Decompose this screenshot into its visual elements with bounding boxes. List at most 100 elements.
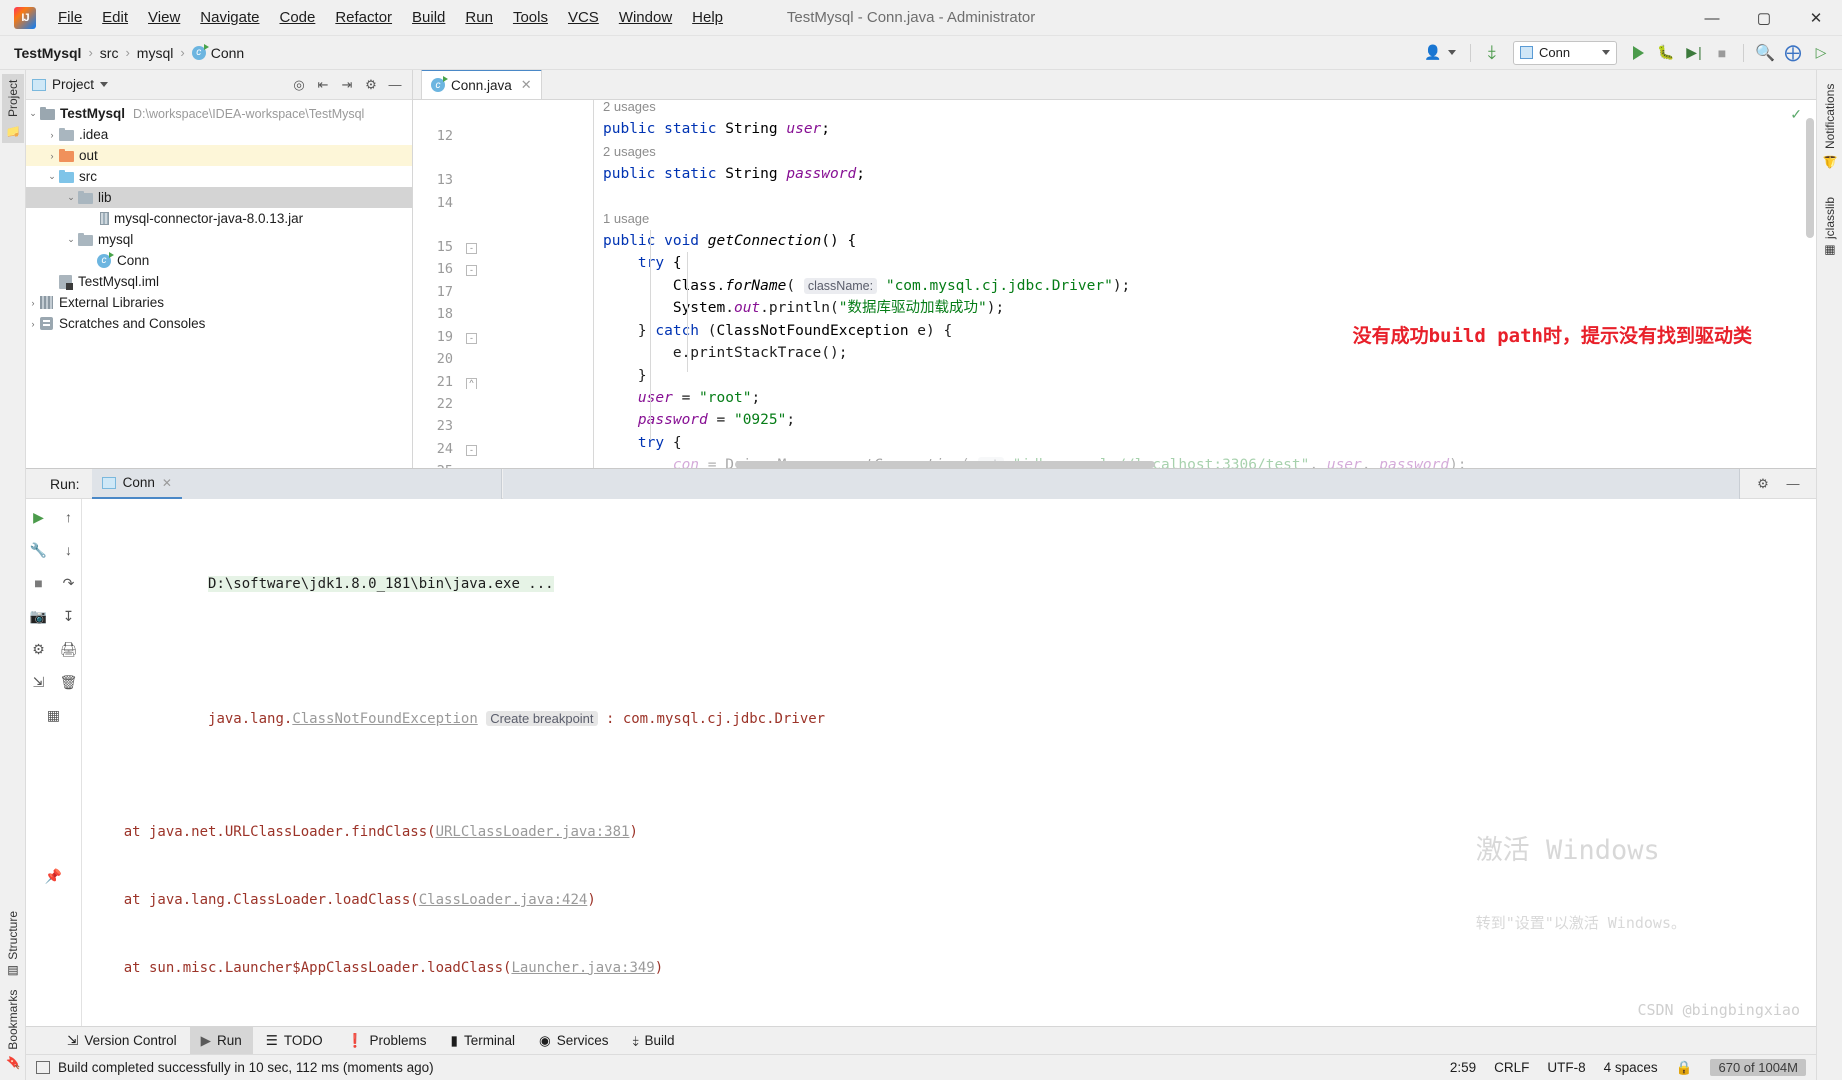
chevron-down-icon[interactable]: ⌄ bbox=[64, 192, 78, 203]
menu-code[interactable]: Code bbox=[269, 5, 325, 30]
menu-run[interactable]: Run bbox=[455, 5, 503, 30]
profiler-icon[interactable]: ▷ bbox=[1808, 40, 1834, 66]
breadcrumb-item-project[interactable]: TestMysql bbox=[14, 45, 81, 61]
editor-body[interactable]: 12 13 14 15 16 17 18 19 20 21 22 23 24 -… bbox=[413, 100, 1816, 468]
console-output[interactable]: D:\software\jdk1.8.0_181\bin\java.exe ..… bbox=[82, 499, 1816, 1026]
settings-gear-icon[interactable]: ⚙ bbox=[1752, 473, 1774, 495]
stack-frame-link[interactable]: ClassLoader.java:424 bbox=[419, 892, 588, 908]
menu-view[interactable]: View bbox=[138, 5, 190, 30]
fold-marker[interactable]: - bbox=[466, 243, 477, 254]
fold-marker[interactable]: - bbox=[466, 265, 477, 276]
menu-edit[interactable]: Edit bbox=[92, 5, 138, 30]
scrollbar-thumb[interactable] bbox=[1806, 118, 1814, 238]
breadcrumb-item-src[interactable]: src bbox=[100, 45, 119, 61]
run-tab-conn[interactable]: Conn ✕ bbox=[91, 468, 182, 499]
plus-circle-icon[interactable]: ⨁ bbox=[1780, 40, 1806, 66]
tree-node-conn[interactable]: c Conn bbox=[26, 250, 412, 271]
menu-file[interactable]: File bbox=[48, 5, 92, 30]
indent-setting[interactable]: 4 spaces bbox=[1604, 1060, 1658, 1075]
menu-window[interactable]: Window bbox=[609, 5, 682, 30]
chevron-down-icon[interactable]: ⌄ bbox=[64, 234, 78, 245]
maximize-button[interactable]: ▢ bbox=[1738, 0, 1790, 36]
tool-strip-structure[interactable]: ▤ Structure bbox=[2, 905, 24, 985]
inspection-status-icon[interactable]: ✓ bbox=[1790, 106, 1802, 123]
tree-node-lib[interactable]: ⌄ lib bbox=[26, 187, 412, 208]
pin-icon[interactable]: 📌 bbox=[41, 864, 67, 888]
fold-marker[interactable]: - bbox=[466, 333, 477, 344]
tool-strip-bookmarks[interactable]: 🔖 Bookmarks bbox=[2, 984, 24, 1076]
file-encoding[interactable]: UTF-8 bbox=[1547, 1060, 1585, 1075]
code-text[interactable]: 2 usages public static String user; 2 us… bbox=[499, 100, 1816, 468]
editor-gutter[interactable]: 12 13 14 15 16 17 18 19 20 21 22 23 24 -… bbox=[413, 100, 499, 468]
line-separator[interactable]: CRLF bbox=[1494, 1060, 1529, 1075]
stack-frame-link[interactable]: URLClassLoader.java:381 bbox=[436, 824, 630, 840]
close-icon[interactable]: ✕ bbox=[162, 476, 172, 490]
tree-node-iml[interactable]: TestMysql.iml bbox=[26, 271, 412, 292]
stack-frame-link[interactable]: Launcher.java:349 bbox=[511, 960, 654, 976]
breadcrumb-item-conn[interactable]: Conn bbox=[211, 45, 244, 61]
fold-marker[interactable]: - bbox=[466, 445, 477, 456]
settings-gear-icon[interactable]: ⚙ bbox=[360, 74, 382, 96]
close-button[interactable]: ✕ bbox=[1790, 0, 1842, 36]
editor-tab-conn-java[interactable]: c Conn.java ✕ bbox=[421, 69, 542, 99]
tree-node-jar[interactable]: mysql-connector-java-8.0.13.jar bbox=[26, 208, 412, 229]
chevron-down-icon[interactable]: ⌄ bbox=[45, 171, 59, 182]
tree-node-external-libraries[interactable]: › External Libraries bbox=[26, 292, 412, 313]
chevron-down-icon[interactable] bbox=[1448, 50, 1456, 55]
account-icon[interactable]: 👤 bbox=[1420, 40, 1446, 66]
chevron-down-icon[interactable] bbox=[100, 82, 109, 87]
search-icon[interactable]: 🔍 bbox=[1752, 40, 1778, 66]
tool-strip-project[interactable]: 📁 Project bbox=[1, 74, 24, 144]
stop-icon[interactable]: ■ bbox=[26, 571, 52, 595]
run-with-coverage-button[interactable]: ▶ | bbox=[1681, 40, 1707, 66]
chevron-right-icon[interactable]: › bbox=[45, 151, 59, 161]
tool-button-todo[interactable]: ☰ TODO bbox=[255, 1027, 334, 1055]
soft-wrap-icon[interactable]: ↷ bbox=[56, 571, 82, 595]
chevron-right-icon[interactable]: › bbox=[26, 298, 40, 308]
lock-icon[interactable]: 🔒 bbox=[1676, 1060, 1693, 1076]
menu-tools[interactable]: Tools bbox=[503, 5, 558, 30]
create-breakpoint-badge[interactable]: Create breakpoint bbox=[486, 711, 598, 727]
exception-class-link[interactable]: ClassNotFoundException bbox=[292, 711, 477, 727]
usage-hint[interactable]: 1 usage bbox=[603, 208, 649, 230]
wrench-icon[interactable]: 🔧 bbox=[26, 538, 52, 562]
menu-navigate[interactable]: Navigate bbox=[190, 5, 269, 30]
close-icon[interactable]: ✕ bbox=[521, 77, 532, 93]
usage-hint[interactable]: 2 usages bbox=[603, 141, 656, 163]
chevron-down-icon[interactable]: ⌄ bbox=[26, 108, 40, 119]
down-arrow-icon[interactable]: ↓ bbox=[56, 538, 82, 562]
tool-button-run[interactable]: ▶ Run bbox=[189, 1026, 253, 1055]
hide-panel-icon[interactable]: — bbox=[384, 74, 406, 96]
tool-button-services[interactable]: ◉ Services bbox=[528, 1027, 620, 1055]
hide-panel-icon[interactable]: — bbox=[1782, 473, 1804, 495]
chevron-right-icon[interactable]: › bbox=[45, 130, 59, 140]
editor-vertical-scrollbar[interactable] bbox=[1804, 100, 1816, 468]
tree-node-scratches[interactable]: › Scratches and Consoles bbox=[26, 313, 412, 334]
tree-node-testmysql[interactable]: ⌄ TestMysql D:\workspace\IDEA-workspace\… bbox=[26, 103, 412, 124]
up-arrow-icon[interactable]: ↑ bbox=[56, 505, 82, 529]
fold-marker-end[interactable]: ^ bbox=[466, 378, 477, 389]
tool-strip-jclasslib[interactable]: ▦ jclasslib bbox=[1819, 191, 1841, 264]
tool-button-version-control[interactable]: ⇲ Version Control bbox=[56, 1027, 188, 1055]
tool-button-terminal[interactable]: ▮ Terminal bbox=[440, 1027, 526, 1055]
update-project-icon[interactable]: ⤈ bbox=[1479, 40, 1505, 66]
menu-refactor[interactable]: Refactor bbox=[325, 5, 402, 30]
chevron-right-icon[interactable]: › bbox=[26, 319, 40, 329]
memory-indicator[interactable]: 670 of 1004M bbox=[1710, 1059, 1806, 1076]
trash-icon[interactable]: 🗑 bbox=[56, 670, 82, 694]
export-icon[interactable]: ⇲ bbox=[26, 670, 52, 694]
caret-position[interactable]: 2:59 bbox=[1450, 1060, 1476, 1075]
run-configuration-selector[interactable]: Conn bbox=[1513, 40, 1617, 65]
run-button[interactable] bbox=[1625, 40, 1651, 66]
breadcrumb-item-mysql[interactable]: mysql bbox=[137, 45, 174, 61]
rerun-icon[interactable]: ▶ bbox=[26, 505, 52, 529]
usage-hint[interactable]: 2 usages bbox=[603, 100, 656, 118]
scroll-to-end-icon[interactable]: ↧ bbox=[56, 604, 82, 628]
tool-strip-notifications[interactable]: 🔔 Notifications bbox=[1819, 78, 1841, 175]
editor-horizontal-scrollbar[interactable] bbox=[585, 461, 1804, 468]
collapse-all-icon[interactable]: ⇥ bbox=[336, 74, 358, 96]
menu-build[interactable]: Build bbox=[402, 5, 455, 30]
stop-button[interactable]: ■ bbox=[1709, 40, 1735, 66]
tree-node-mysql[interactable]: ⌄ mysql bbox=[26, 229, 412, 250]
debug-button[interactable]: 🐛 bbox=[1653, 40, 1679, 66]
